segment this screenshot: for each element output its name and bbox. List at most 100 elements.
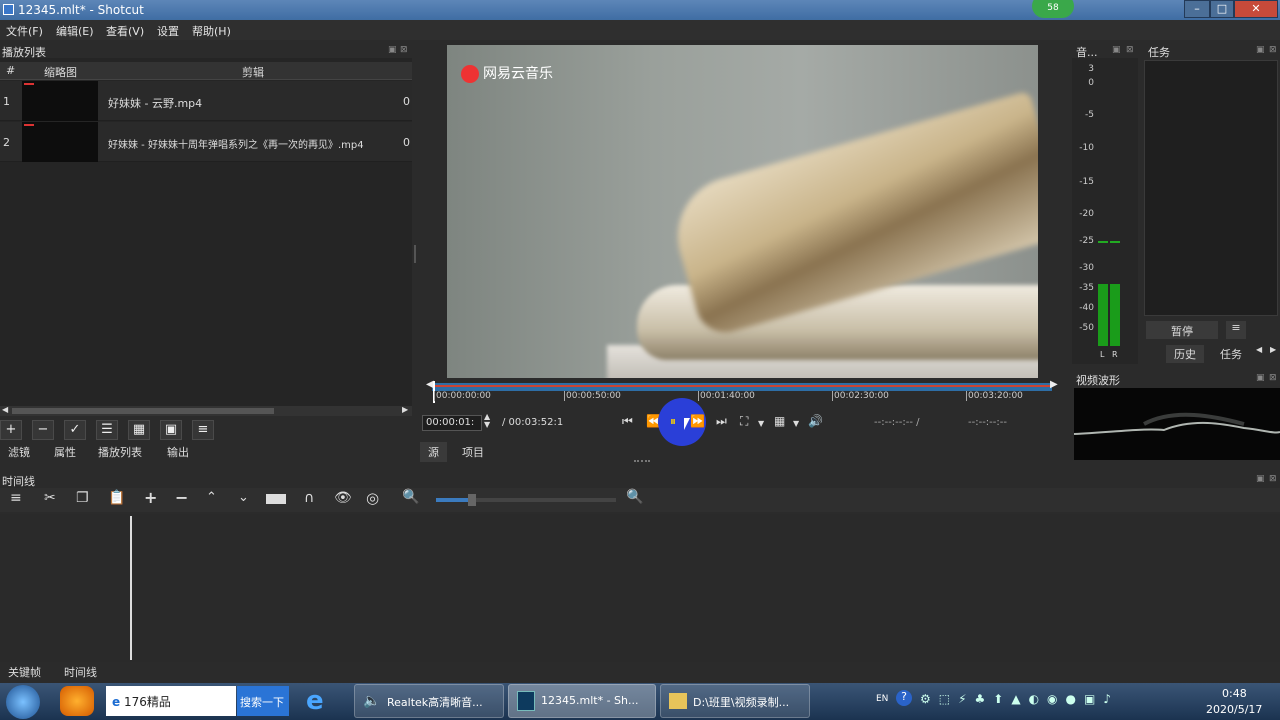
view-details-icon[interactable]: ☰ [96,420,118,440]
maximize-button[interactable]: □ [1210,0,1234,18]
timeline-tracks[interactable] [0,514,1280,662]
zoom-fit-icon[interactable]: ⛶ [740,414,748,429]
menu-settings[interactable]: 设置 [157,23,179,39]
playlist-menu-icon[interactable]: ≡ [192,420,214,440]
scroll-thumb[interactable] [12,408,274,414]
clock-time[interactable]: 0:48 [1222,687,1247,700]
tab-jobs[interactable]: 任务 [1214,345,1248,363]
tab-keyframes[interactable]: 关键帧 [8,664,41,680]
out-marker-icon[interactable]: ▶ [1050,379,1058,390]
volume-icon[interactable]: 🔊 [808,414,823,428]
close-panel-icon[interactable]: ⊠ [1126,45,1134,55]
grid-icon[interactable]: ▦ [774,414,785,428]
playlist-row[interactable]: 1 好妹妹 - 云野.mp4 0 [0,81,412,121]
playlist-row[interactable]: 2 好妹妹 - 好妹妹十周年弹唱系列之《再一次的再见》.mp4 0 [0,122,412,162]
splitter-handle[interactable] [414,245,416,263]
scrubber[interactable]: ◀ ▶ 00:00:00:00 00:00:50:00 00:01:40:00 … [426,379,1058,403]
meter-scale-label: -20 [1079,209,1094,219]
zoom-in-icon[interactable]: 🔍 [626,489,643,505]
view-icons-icon[interactable]: ▣ [160,420,182,440]
menu-edit[interactable]: 编辑(E) [56,23,94,39]
close-panel-icon[interactable]: ⊠ [1269,373,1277,383]
menu-view[interactable]: 查看(V) [106,23,144,39]
splitter-dots[interactable] [634,460,650,462]
ie-address-box[interactable]: e 176精品 [106,686,236,716]
float-icon[interactable]: ▣ [388,45,397,55]
taskbar-shotcut[interactable]: 12345.mlt* - Sh... [508,684,656,718]
scroll-right-icon[interactable]: ▶ [402,405,408,414]
clip-extra: 0 [403,136,410,149]
cut-icon[interactable]: ✂ [44,490,56,506]
360-browser-icon[interactable] [60,686,94,716]
zoom-out-icon[interactable]: 🔍 [402,489,419,505]
start-button[interactable] [6,685,40,719]
remove-icon[interactable]: − [175,488,188,507]
timecode-spinner-icon[interactable]: ▲ ▼ [484,413,490,429]
close-panel-icon[interactable]: ⊠ [400,45,408,55]
timeline-title: 时间线 [2,475,35,488]
snap-magnet-icon[interactable]: ∩ [304,490,314,506]
float-icon[interactable]: ▣ [1256,474,1265,484]
overwrite-icon[interactable]: ⌄ [238,490,249,505]
playlist-hscrollbar[interactable]: ◀ ▶ [0,405,412,416]
meter-scale-label: -10 [1079,143,1094,153]
pause-jobs-button[interactable]: 暂停 [1146,321,1218,339]
split-icon[interactable] [266,494,286,504]
pause-button[interactable]: ⏸ [670,414,676,429]
remove-icon[interactable]: − [32,420,54,440]
tick-label: 00:00:00:00 [436,391,491,401]
clock-date[interactable]: 2020/5/17 [1206,703,1262,716]
timeline-menu-icon[interactable]: ≡ [10,490,22,506]
tab-history[interactable]: 历史 [1166,345,1204,363]
tray-icons[interactable]: ⚙⬚⚡♣⬆▲◐◉●▣♪ [920,692,1119,706]
search-button[interactable]: 搜索一下 [237,686,289,716]
mouse-cursor-icon [684,418,690,430]
current-timecode[interactable]: 00:00:01: [422,415,482,431]
jobs-menu-icon[interactable]: ≡ [1226,321,1246,339]
copy-icon[interactable]: ❐ [76,490,89,506]
tabs-right-icon[interactable]: ▶ [1270,345,1276,354]
language-indicator[interactable]: EN [876,694,888,704]
tick [698,391,699,401]
update-check-icon[interactable]: ✓ [64,420,86,440]
float-icon[interactable]: ▣ [1256,373,1265,383]
zoom-slider[interactable] [436,494,616,506]
add-icon[interactable]: + [0,420,22,440]
menu-help[interactable]: 帮助(H) [192,23,231,39]
fast-forward-icon[interactable]: ⏩ [690,414,705,428]
skip-next-icon[interactable]: ⏭ [716,414,727,429]
tab-export[interactable]: 输出 [167,444,189,460]
taskbar-explorer[interactable]: D:\班里\视频录制... [660,684,810,718]
skip-previous-icon[interactable]: ⏮ [622,414,633,429]
channel-label-right: R [1112,350,1118,359]
paste-icon[interactable]: 📋 [108,490,125,506]
tab-properties[interactable]: 属性 [54,444,76,460]
tab-timeline[interactable]: 时间线 [64,664,97,680]
help-icon[interactable]: ? [896,690,912,706]
close-button[interactable]: ✕ [1234,0,1278,18]
ripple-icon[interactable]: ◎ [366,489,379,507]
tab-playlist[interactable]: 播放列表 [98,444,142,460]
lift-icon[interactable]: ⌃ [206,490,217,505]
float-icon[interactable]: ▣ [1256,45,1265,55]
zoom-dropdown-icon[interactable]: ▼ [758,419,764,428]
float-icon[interactable]: ▣ [1112,45,1121,55]
timeline-playhead[interactable] [130,516,132,660]
tabs-left-icon[interactable]: ◀ [1256,345,1262,354]
tab-project[interactable]: 项目 [454,442,492,462]
append-icon[interactable]: + [144,488,157,507]
close-panel-icon[interactable]: ⊠ [1269,474,1277,484]
zoom-slider-handle[interactable] [468,494,476,506]
ie-taskbar-icon[interactable]: e [306,686,324,716]
scroll-left-icon[interactable]: ◀ [2,405,8,414]
grid-dropdown-icon[interactable]: ▼ [793,419,799,428]
scrub-audio-icon[interactable]: 👁 [334,490,352,506]
menu-file[interactable]: 文件(F) [6,23,43,39]
taskbar-audio-manager[interactable]: 🔈 Realtek高清晰音... [354,684,504,718]
close-panel-icon[interactable]: ⊠ [1269,45,1277,55]
minimize-button[interactable]: – [1184,0,1210,18]
tab-source[interactable]: 源 [420,442,447,462]
tab-filters[interactable]: 滤镜 [8,444,30,460]
view-tiles-icon[interactable]: ▦ [128,420,150,440]
speaker-icon: 🔈 [363,693,381,709]
